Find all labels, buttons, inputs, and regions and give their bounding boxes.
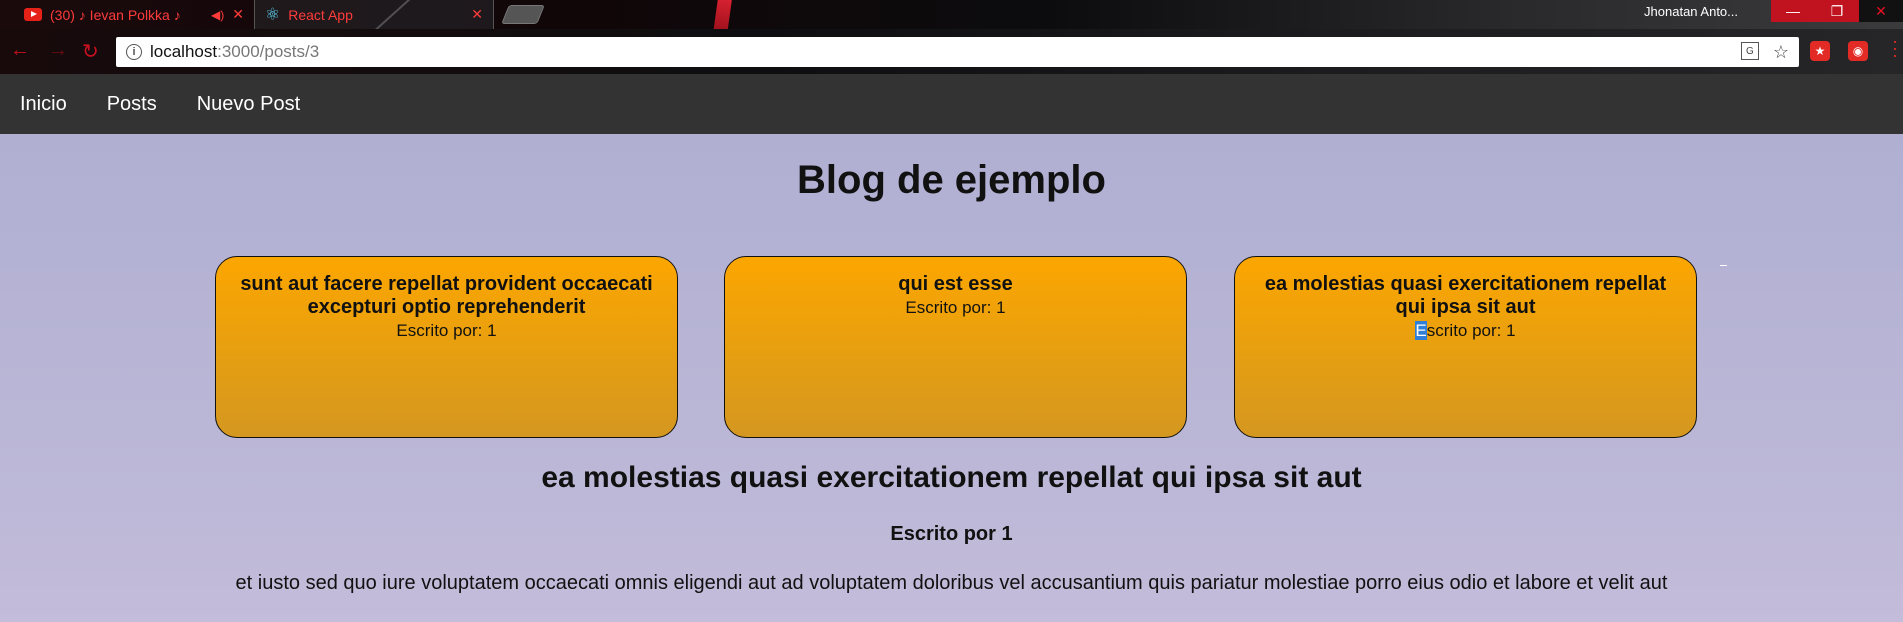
close-tab-icon[interactable]: ✕ [471,6,483,23]
close-tab-icon[interactable]: ✕ [232,6,244,23]
tab-react-app[interactable]: ⚛ React App ✕ [254,0,494,29]
extension-shield-icon[interactable]: ★ [1810,41,1830,61]
post-card-title: ea molestias quasi exercitationem repell… [1264,273,1667,318]
main-content: Blog de ejemplo sunt aut facere repellat… [0,134,1903,622]
nav-link-posts[interactable]: Posts [107,93,157,116]
extension-icon[interactable]: ◉ [1848,41,1868,61]
tab-label: React App [288,6,353,23]
text-selection: E [1415,321,1427,340]
browser-toolbar: ← → ↻ i localhost :3000/posts/3 G ☆ ★ ◉ … [0,29,1903,74]
wallpaper-streak [710,0,734,29]
react-icon: ⚛ [265,5,281,24]
reload-icon[interactable]: ↻ [82,39,99,64]
close-window-button[interactable]: ✕ [1859,0,1903,22]
speaker-icon[interactable]: ◀) [211,8,224,22]
browser-titlebar: (30) ♪ Ievan Polkka ♪ ◀) ✕ ⚛ React App ✕… [0,0,1903,29]
page-title: Blog de ejemplo [797,158,1106,202]
nav-link-inicio[interactable]: Inicio [20,93,67,116]
bookmark-star-icon[interactable]: ☆ [1773,42,1789,63]
post-card-author: Escrito por: 1 [1253,321,1678,341]
nav-link-nuevo-post[interactable]: Nuevo Post [197,93,300,116]
profile-name[interactable]: Jhonatan Anto... [1644,4,1738,19]
youtube-icon [24,8,42,21]
post-card[interactable]: qui est esse Escrito por: 1 [724,256,1187,438]
minimize-button[interactable]: — [1771,0,1815,22]
post-body: et iusto sed quo iure voluptatem occaeca… [235,572,1668,594]
browser-menu-icon[interactable]: · · · [1892,32,1898,64]
address-bar[interactable]: i localhost :3000/posts/3 G ☆ [116,37,1799,67]
divider [1720,265,1727,266]
post-card[interactable]: ea molestias quasi exercitationem repell… [1234,256,1697,438]
tab-youtube[interactable]: (30) ♪ Ievan Polkka ♪ ◀) ✕ [14,0,254,29]
site-info-icon[interactable]: i [126,44,142,60]
url-host: localhost [150,42,218,61]
translate-icon[interactable]: G [1740,42,1759,60]
post-card-author: Escrito por: 1 [905,298,1006,317]
url-path: :3000/posts/3 [217,42,320,61]
app-navbar: Inicio Posts Nuevo Post [0,74,1903,134]
post-title: ea molestias quasi exercitationem repell… [541,461,1362,494]
tab-label: (30) ♪ Ievan Polkka ♪ [50,6,181,23]
post-card-title: qui est esse [898,273,1013,295]
post-card-title: sunt aut facere repellat provident occae… [240,273,653,318]
post-card[interactable]: sunt aut facere repellat provident occae… [215,256,678,438]
restore-button[interactable]: ❐ [1815,0,1859,22]
new-tab-button[interactable] [501,5,545,24]
post-author: Escrito por 1 [890,523,1013,545]
forward-arrow-icon[interactable]: → [48,39,68,62]
back-arrow-icon[interactable]: ← [10,39,30,62]
post-card-author-rest: scrito por: 1 [1426,321,1516,340]
post-card-author: Escrito por: 1 [396,321,497,340]
